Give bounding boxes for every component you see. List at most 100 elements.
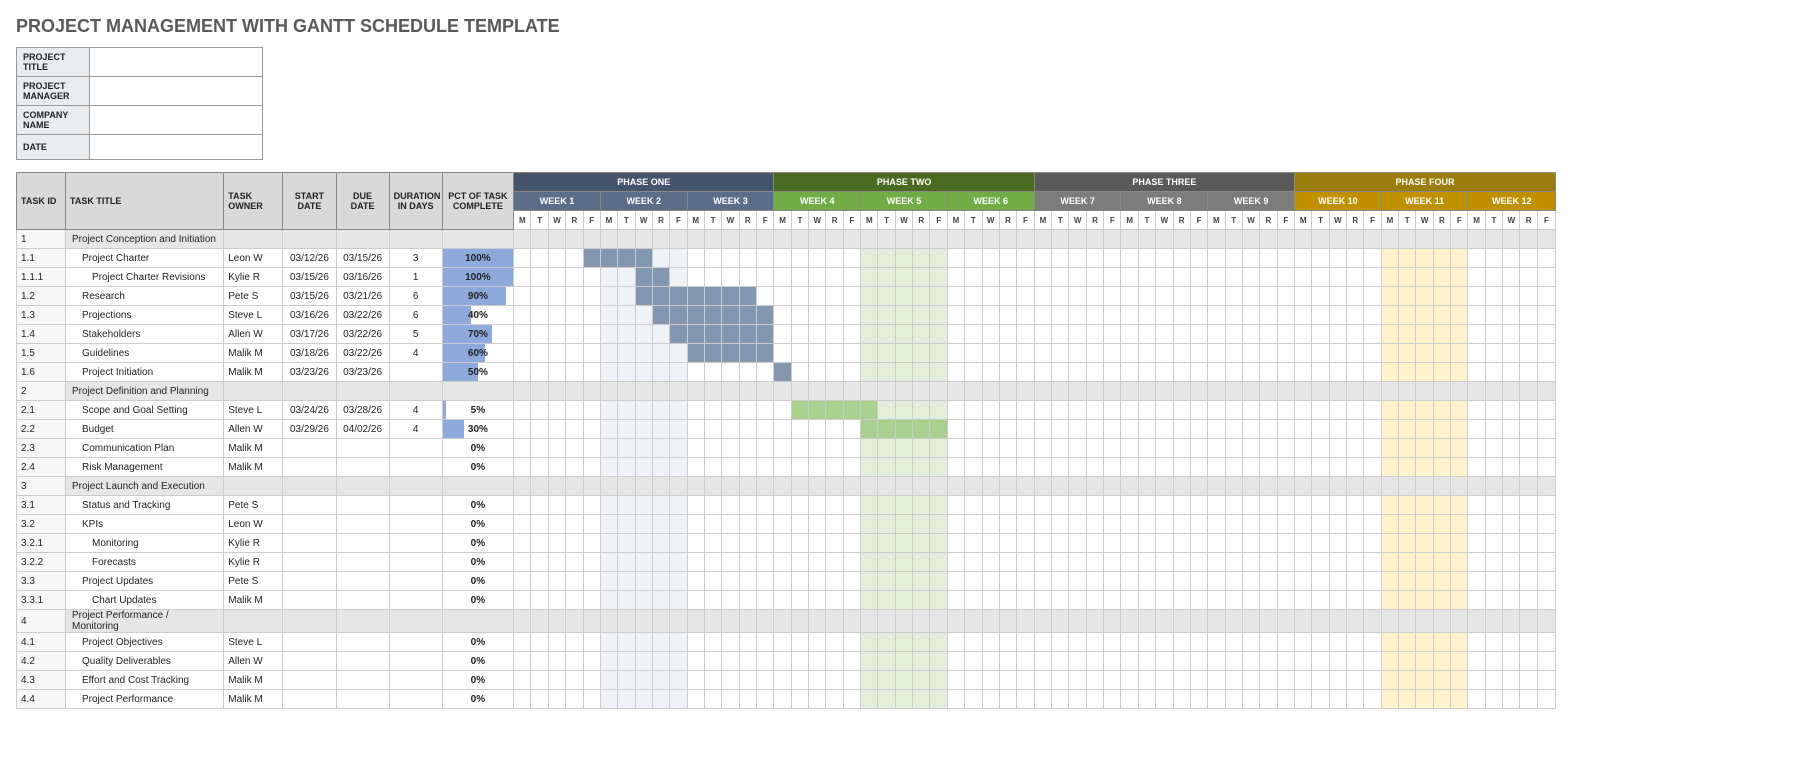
gantt-cell[interactable] <box>1173 572 1190 591</box>
gantt-cell[interactable] <box>1364 401 1381 420</box>
gantt-cell[interactable] <box>826 496 843 515</box>
gantt-cell[interactable] <box>1537 249 1555 268</box>
gantt-cell[interactable] <box>843 496 860 515</box>
gantt-cell[interactable] <box>1295 515 1312 534</box>
gantt-cell[interactable] <box>531 306 548 325</box>
cell-start-date[interactable]: 03/17/26 <box>283 325 336 344</box>
gantt-cell[interactable] <box>1537 344 1555 363</box>
gantt-cell[interactable] <box>843 439 860 458</box>
gantt-cell[interactable] <box>999 420 1016 439</box>
gantt-cell[interactable] <box>1034 344 1051 363</box>
gantt-cell[interactable] <box>1537 591 1555 610</box>
gantt-cell[interactable] <box>1381 439 1398 458</box>
gantt-cell[interactable] <box>1069 344 1086 363</box>
gantt-cell[interactable] <box>1416 591 1433 610</box>
gantt-cell[interactable] <box>722 515 739 534</box>
gantt-cell[interactable] <box>1190 652 1207 671</box>
gantt-cell[interactable] <box>1034 420 1051 439</box>
gantt-cell[interactable] <box>1208 477 1225 496</box>
gantt-cell[interactable] <box>1381 633 1398 652</box>
gantt-cell[interactable] <box>1052 458 1069 477</box>
gantt-cell[interactable] <box>739 515 756 534</box>
gantt-cell[interactable] <box>1104 572 1121 591</box>
gantt-cell[interactable] <box>826 344 843 363</box>
gantt-cell[interactable] <box>1364 458 1381 477</box>
gantt-cell[interactable] <box>652 230 669 249</box>
gantt-cell[interactable] <box>1451 249 1468 268</box>
gantt-cell[interactable] <box>687 306 704 325</box>
gantt-cell[interactable] <box>635 344 652 363</box>
gantt-cell[interactable] <box>548 230 565 249</box>
cell-duration[interactable] <box>389 363 442 382</box>
gantt-cell[interactable] <box>1451 420 1468 439</box>
gantt-cell[interactable] <box>1034 671 1051 690</box>
gantt-cell[interactable] <box>1416 633 1433 652</box>
gantt-cell[interactable] <box>1104 671 1121 690</box>
gantt-cell[interactable] <box>1364 344 1381 363</box>
gantt-cell[interactable] <box>704 477 721 496</box>
gantt-cell[interactable] <box>1312 344 1329 363</box>
gantt-cell[interactable] <box>791 553 808 572</box>
gantt-cell[interactable] <box>1190 496 1207 515</box>
gantt-cell[interactable] <box>895 287 912 306</box>
gantt-cell[interactable] <box>1242 439 1259 458</box>
gantt-cell[interactable] <box>1086 382 1103 401</box>
gantt-cell[interactable] <box>895 652 912 671</box>
gantt-cell[interactable] <box>791 363 808 382</box>
gantt-cell[interactable] <box>861 572 878 591</box>
gantt-cell[interactable] <box>704 591 721 610</box>
cell-pct-complete[interactable]: 90% <box>442 287 513 306</box>
gantt-cell[interactable] <box>826 572 843 591</box>
gantt-cell[interactable] <box>1451 652 1468 671</box>
gantt-cell[interactable] <box>583 249 600 268</box>
gantt-cell[interactable] <box>1451 534 1468 553</box>
gantt-cell[interactable] <box>1295 477 1312 496</box>
gantt-cell[interactable] <box>635 633 652 652</box>
gantt-cell[interactable] <box>1121 401 1138 420</box>
gantt-cell[interactable] <box>566 401 583 420</box>
gantt-cell[interactable] <box>1138 344 1155 363</box>
gantt-cell[interactable] <box>1156 572 1173 591</box>
gantt-cell[interactable] <box>1017 287 1035 306</box>
gantt-cell[interactable] <box>809 268 826 287</box>
gantt-cell[interactable] <box>826 534 843 553</box>
gantt-cell[interactable] <box>1017 610 1035 633</box>
gantt-cell[interactable] <box>687 652 704 671</box>
cell-start-date[interactable] <box>283 534 336 553</box>
cell-start-date[interactable] <box>283 671 336 690</box>
gantt-cell[interactable] <box>1503 652 1520 671</box>
gantt-cell[interactable] <box>843 633 860 652</box>
gantt-cell[interactable] <box>1225 515 1242 534</box>
gantt-cell[interactable] <box>965 633 982 652</box>
gantt-cell[interactable] <box>704 652 721 671</box>
gantt-cell[interactable] <box>861 591 878 610</box>
gantt-cell[interactable] <box>1156 652 1173 671</box>
cell-due-date[interactable] <box>336 572 389 591</box>
gantt-cell[interactable] <box>913 477 930 496</box>
gantt-cell[interactable] <box>722 534 739 553</box>
gantt-cell[interactable] <box>531 477 548 496</box>
gantt-cell[interactable] <box>583 671 600 690</box>
gantt-cell[interactable] <box>1381 458 1398 477</box>
gantt-cell[interactable] <box>1399 306 1416 325</box>
gantt-cell[interactable] <box>670 401 687 420</box>
cell-task-title[interactable]: KPIs <box>66 515 224 534</box>
gantt-cell[interactable] <box>1156 287 1173 306</box>
gantt-cell[interactable] <box>1242 344 1259 363</box>
gantt-cell[interactable] <box>1364 230 1381 249</box>
cell-task-owner[interactable]: Steve L <box>224 633 283 652</box>
gantt-cell[interactable] <box>791 534 808 553</box>
gantt-cell[interactable] <box>1295 344 1312 363</box>
gantt-cell[interactable] <box>1364 420 1381 439</box>
gantt-cell[interactable] <box>1225 534 1242 553</box>
gantt-cell[interactable] <box>566 420 583 439</box>
gantt-cell[interactable] <box>1381 671 1398 690</box>
gantt-cell[interactable] <box>1069 633 1086 652</box>
cell-duration[interactable]: 4 <box>389 401 442 420</box>
cell-task-id[interactable]: 2 <box>17 382 66 401</box>
gantt-cell[interactable] <box>1260 249 1277 268</box>
gantt-cell[interactable] <box>1260 610 1277 633</box>
gantt-cell[interactable] <box>861 610 878 633</box>
gantt-cell[interactable] <box>861 363 878 382</box>
gantt-cell[interactable] <box>1537 652 1555 671</box>
